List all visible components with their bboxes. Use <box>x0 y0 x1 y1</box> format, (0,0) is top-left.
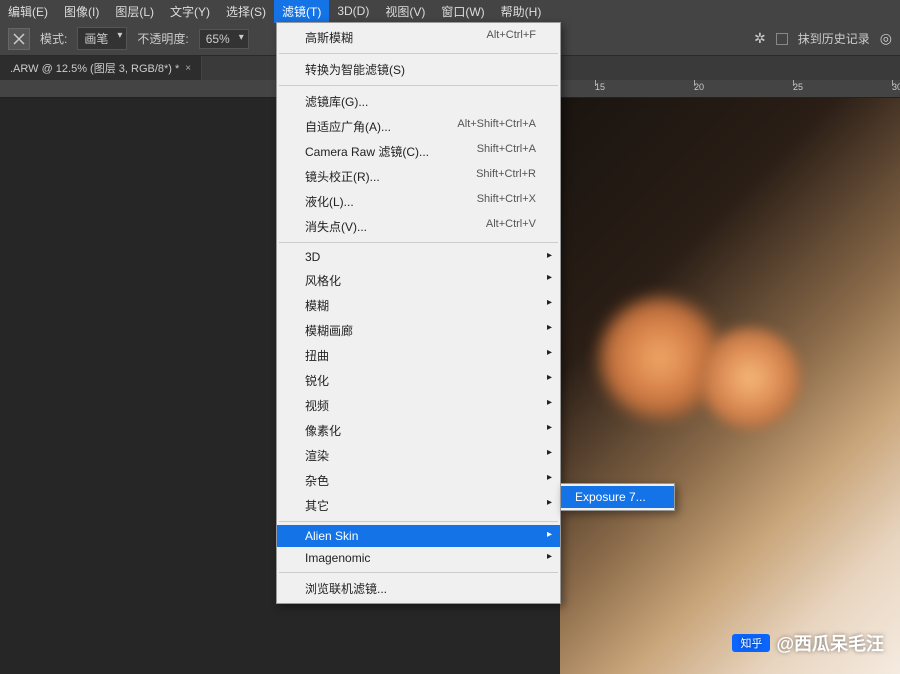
menu-label: 镜头校正(R)... <box>305 168 380 185</box>
menu-image[interactable]: 图像(I) <box>56 0 107 23</box>
menu-label: Camera Raw 滤镜(C)... <box>305 143 429 160</box>
menu-item-browse-online[interactable]: 浏览联机滤镜... <box>277 576 560 601</box>
menu-item-video[interactable]: 视频 <box>277 393 560 418</box>
menu-label: 自适应广角(A)... <box>305 118 391 135</box>
menu-label: 模糊 <box>305 297 329 314</box>
tool-preset-icon[interactable] <box>8 28 30 50</box>
history-checkbox[interactable] <box>776 33 788 45</box>
menu-item-3d[interactable]: 3D <box>277 246 560 268</box>
ruler-tick: 15 <box>595 80 605 92</box>
menu-shortcut: Alt+Ctrl+F <box>486 29 536 46</box>
menu-item-pixelate[interactable]: 像素化 <box>277 418 560 443</box>
menu-label: 模糊画廊 <box>305 322 353 339</box>
ruler-tick: 20 <box>694 80 704 92</box>
menu-separator <box>279 85 558 86</box>
filter-dropdown-menu: 高斯模糊 Alt+Ctrl+F 转换为智能滤镜(S) 滤镜库(G)... 自适应… <box>276 22 561 604</box>
history-label: 抹到历史记录 <box>798 30 870 47</box>
menu-shortcut: Shift+Ctrl+A <box>477 143 536 160</box>
menu-item-sharpen[interactable]: 锐化 <box>277 368 560 393</box>
menu-label: 视频 <box>305 397 329 414</box>
menu-separator <box>279 572 558 573</box>
opacity-input[interactable]: 65% <box>199 29 249 49</box>
watermark: 知乎 @西瓜呆毛汪 <box>732 630 884 656</box>
menu-label: 滤镜库(G)... <box>305 93 368 110</box>
menu-item-distort[interactable]: 扭曲 <box>277 343 560 368</box>
mode-dropdown[interactable]: 画笔 <box>77 27 127 50</box>
menu-3d[interactable]: 3D(D) <box>329 1 377 21</box>
menu-item-vanishing-point[interactable]: 消失点(V)... Alt+Ctrl+V <box>277 214 560 239</box>
menu-item-noise[interactable]: 杂色 <box>277 468 560 493</box>
menu-item-camera-raw[interactable]: Camera Raw 滤镜(C)... Shift+Ctrl+A <box>277 139 560 164</box>
menu-label: 渲染 <box>305 447 329 464</box>
menu-label: Alien Skin <box>305 529 358 543</box>
ruler-tick: 25 <box>793 80 803 92</box>
menu-item-lens-correction[interactable]: 镜头校正(R)... Shift+Ctrl+R <box>277 164 560 189</box>
menu-label: 锐化 <box>305 372 329 389</box>
main-menubar: 编辑(E) 图像(I) 图层(L) 文字(Y) 选择(S) 滤镜(T) 3D(D… <box>0 0 900 22</box>
menu-label: 杂色 <box>305 472 329 489</box>
menu-label: 3D <box>305 250 320 264</box>
menu-item-liquify[interactable]: 液化(L)... Shift+Ctrl+X <box>277 189 560 214</box>
menu-item-blur[interactable]: 模糊 <box>277 293 560 318</box>
alienskin-submenu: Exposure 7... <box>560 483 675 511</box>
menu-type[interactable]: 文字(Y) <box>162 0 218 23</box>
menu-item-stylize[interactable]: 风格化 <box>277 268 560 293</box>
menu-label: 消失点(V)... <box>305 218 367 235</box>
menu-item-exposure7[interactable]: Exposure 7... <box>561 486 674 508</box>
menu-label: 浏览联机滤镜... <box>305 580 387 597</box>
document-tab[interactable]: .ARW @ 12.5% (图层 3, RGB/8*) * × <box>0 56 202 80</box>
menu-label: Exposure 7... <box>575 490 646 504</box>
menu-label: 扭曲 <box>305 347 329 364</box>
menu-layer[interactable]: 图层(L) <box>107 0 162 23</box>
menu-item-alien-skin[interactable]: Alien Skin <box>277 525 560 547</box>
menu-item-last-filter[interactable]: 高斯模糊 Alt+Ctrl+F <box>277 25 560 50</box>
menu-item-render[interactable]: 渲染 <box>277 443 560 468</box>
zhihu-logo: 知乎 <box>732 634 770 652</box>
menu-help[interactable]: 帮助(H) <box>493 0 550 23</box>
menu-label: 风格化 <box>305 272 341 289</box>
menu-item-imagenomic[interactable]: Imagenomic <box>277 547 560 569</box>
menu-item-blur-gallery[interactable]: 模糊画廊 <box>277 318 560 343</box>
menu-view[interactable]: 视图(V) <box>377 0 433 23</box>
mode-label: 模式: <box>40 30 67 47</box>
document-canvas[interactable] <box>560 98 900 674</box>
ruler-tick: 30 <box>892 80 900 92</box>
opacity-label: 不透明度: <box>137 30 188 47</box>
menu-shortcut: Shift+Ctrl+X <box>477 193 536 210</box>
menu-label: 高斯模糊 <box>305 29 353 46</box>
menu-separator <box>279 521 558 522</box>
menu-item-adaptive-wide[interactable]: 自适应广角(A)... Alt+Shift+Ctrl+A <box>277 114 560 139</box>
menu-shortcut: Alt+Shift+Ctrl+A <box>457 118 536 135</box>
watermark-text: @西瓜呆毛汪 <box>776 630 884 656</box>
menu-label: Imagenomic <box>305 551 370 565</box>
menu-separator <box>279 53 558 54</box>
menu-shortcut: Shift+Ctrl+R <box>476 168 536 185</box>
menu-label: 液化(L)... <box>305 193 354 210</box>
close-icon[interactable]: × <box>185 63 191 74</box>
menu-filter[interactable]: 滤镜(T) <box>274 0 329 23</box>
menu-item-convert-smart[interactable]: 转换为智能滤镜(S) <box>277 57 560 82</box>
menu-label: 其它 <box>305 497 329 514</box>
menu-window[interactable]: 窗口(W) <box>433 0 492 23</box>
gear-icon[interactable]: ✲ <box>754 30 766 47</box>
menu-edit[interactable]: 编辑(E) <box>0 0 56 23</box>
menu-label: 转换为智能滤镜(S) <box>305 61 405 78</box>
target-icon[interactable]: ◎ <box>880 30 892 47</box>
menu-label: 像素化 <box>305 422 341 439</box>
menu-separator <box>279 242 558 243</box>
menu-item-other[interactable]: 其它 <box>277 493 560 518</box>
menu-select[interactable]: 选择(S) <box>218 0 274 23</box>
menu-shortcut: Alt+Ctrl+V <box>486 218 536 235</box>
tab-title: .ARW @ 12.5% (图层 3, RGB/8*) * <box>10 60 179 76</box>
menu-item-filter-gallery[interactable]: 滤镜库(G)... <box>277 89 560 114</box>
